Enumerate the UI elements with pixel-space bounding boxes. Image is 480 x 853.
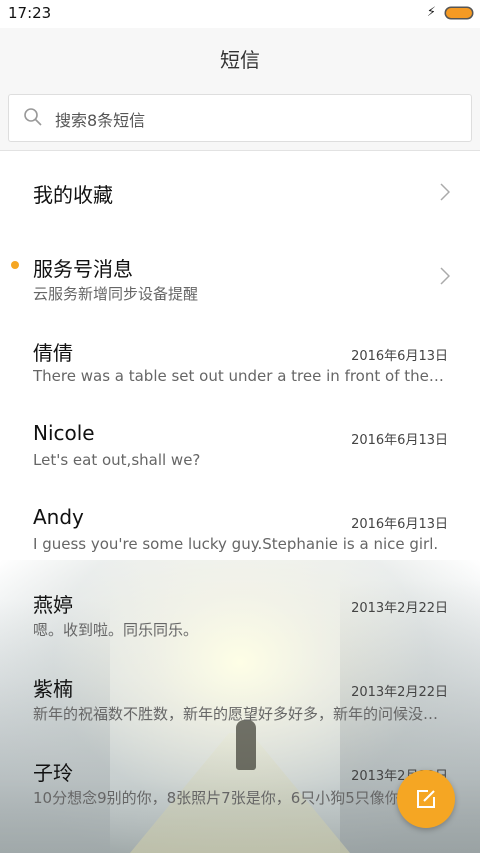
charging-icon: ⚡ bbox=[426, 5, 436, 20]
conversation-item[interactable]: Nicole 2016年6月13日 Let's eat out,shall we… bbox=[0, 401, 480, 485]
contact-name: 倩倩 bbox=[33, 341, 73, 365]
page-title: 短信 bbox=[220, 48, 260, 72]
chevron-right-icon bbox=[440, 267, 451, 289]
conversation-list: 我的收藏 服务号消息 云服务新增同步设备提醒 倩倩 2016年6月13日 The… bbox=[0, 151, 480, 821]
status-bar: 17:23 ⚡ bbox=[0, 0, 480, 28]
favorites-label: 我的收藏 bbox=[33, 183, 113, 207]
service-label: 服务号消息 bbox=[33, 257, 133, 281]
battery-icon bbox=[446, 8, 472, 18]
conversation-item[interactable]: 紫楠 2013年2月22日 新年的祝福数不胜数，新年的愿望好多好多，新年的问候没… bbox=[0, 653, 480, 737]
compose-icon bbox=[417, 790, 435, 808]
message-preview: There was a table set out under a tree i… bbox=[33, 367, 447, 385]
status-time: 17:23 bbox=[8, 4, 52, 22]
search-icon bbox=[23, 107, 43, 131]
message-preview: 新年的祝福数不胜数，新年的愿望好多好多，新年的问候没有完 bbox=[33, 705, 447, 723]
contact-name: 燕婷 bbox=[33, 593, 73, 617]
message-preview: 嗯。收到啦。同乐同乐。 bbox=[33, 621, 199, 639]
contact-name: Andy bbox=[33, 505, 84, 529]
message-date: 2016年6月13日 bbox=[351, 349, 448, 364]
app-header: 短信 bbox=[0, 28, 480, 86]
message-date: 2013年2月22日 bbox=[351, 601, 448, 616]
conversation-item[interactable]: Andy 2016年6月13日 I guess you're some luck… bbox=[0, 485, 480, 569]
message-date: 2013年2月22日 bbox=[351, 685, 448, 700]
search-placeholder: 搜索8条短信 bbox=[55, 111, 146, 130]
service-preview: 云服务新增同步设备提醒 bbox=[33, 285, 199, 303]
message-preview: 10分想念9别的你，8张照片7张是你，6只小狗5只像你 bbox=[33, 789, 400, 807]
search-bar-area: 搜索8条短信 bbox=[0, 86, 480, 151]
message-preview: I guess you're some lucky guy.Stephanie … bbox=[33, 535, 439, 553]
compose-button[interactable] bbox=[397, 770, 455, 828]
unread-dot bbox=[11, 261, 19, 269]
contact-name: 紫楠 bbox=[33, 677, 73, 701]
contact-name: 子玲 bbox=[33, 761, 73, 785]
search-input[interactable]: 搜索8条短信 bbox=[8, 94, 472, 142]
chevron-right-icon bbox=[440, 183, 451, 205]
service-messages-row[interactable]: 服务号消息 云服务新增同步设备提醒 bbox=[0, 231, 480, 317]
conversation-item[interactable]: 倩倩 2016年6月13日 There was a table set out … bbox=[0, 317, 480, 401]
favorites-row[interactable]: 我的收藏 bbox=[0, 151, 480, 231]
conversation-item[interactable]: 燕婷 2013年2月22日 嗯。收到啦。同乐同乐。 bbox=[0, 569, 480, 653]
message-date: 2016年6月13日 bbox=[351, 433, 448, 448]
message-date: 2016年6月13日 bbox=[351, 517, 448, 532]
contact-name: Nicole bbox=[33, 421, 95, 445]
message-preview: Let's eat out,shall we? bbox=[33, 451, 201, 469]
